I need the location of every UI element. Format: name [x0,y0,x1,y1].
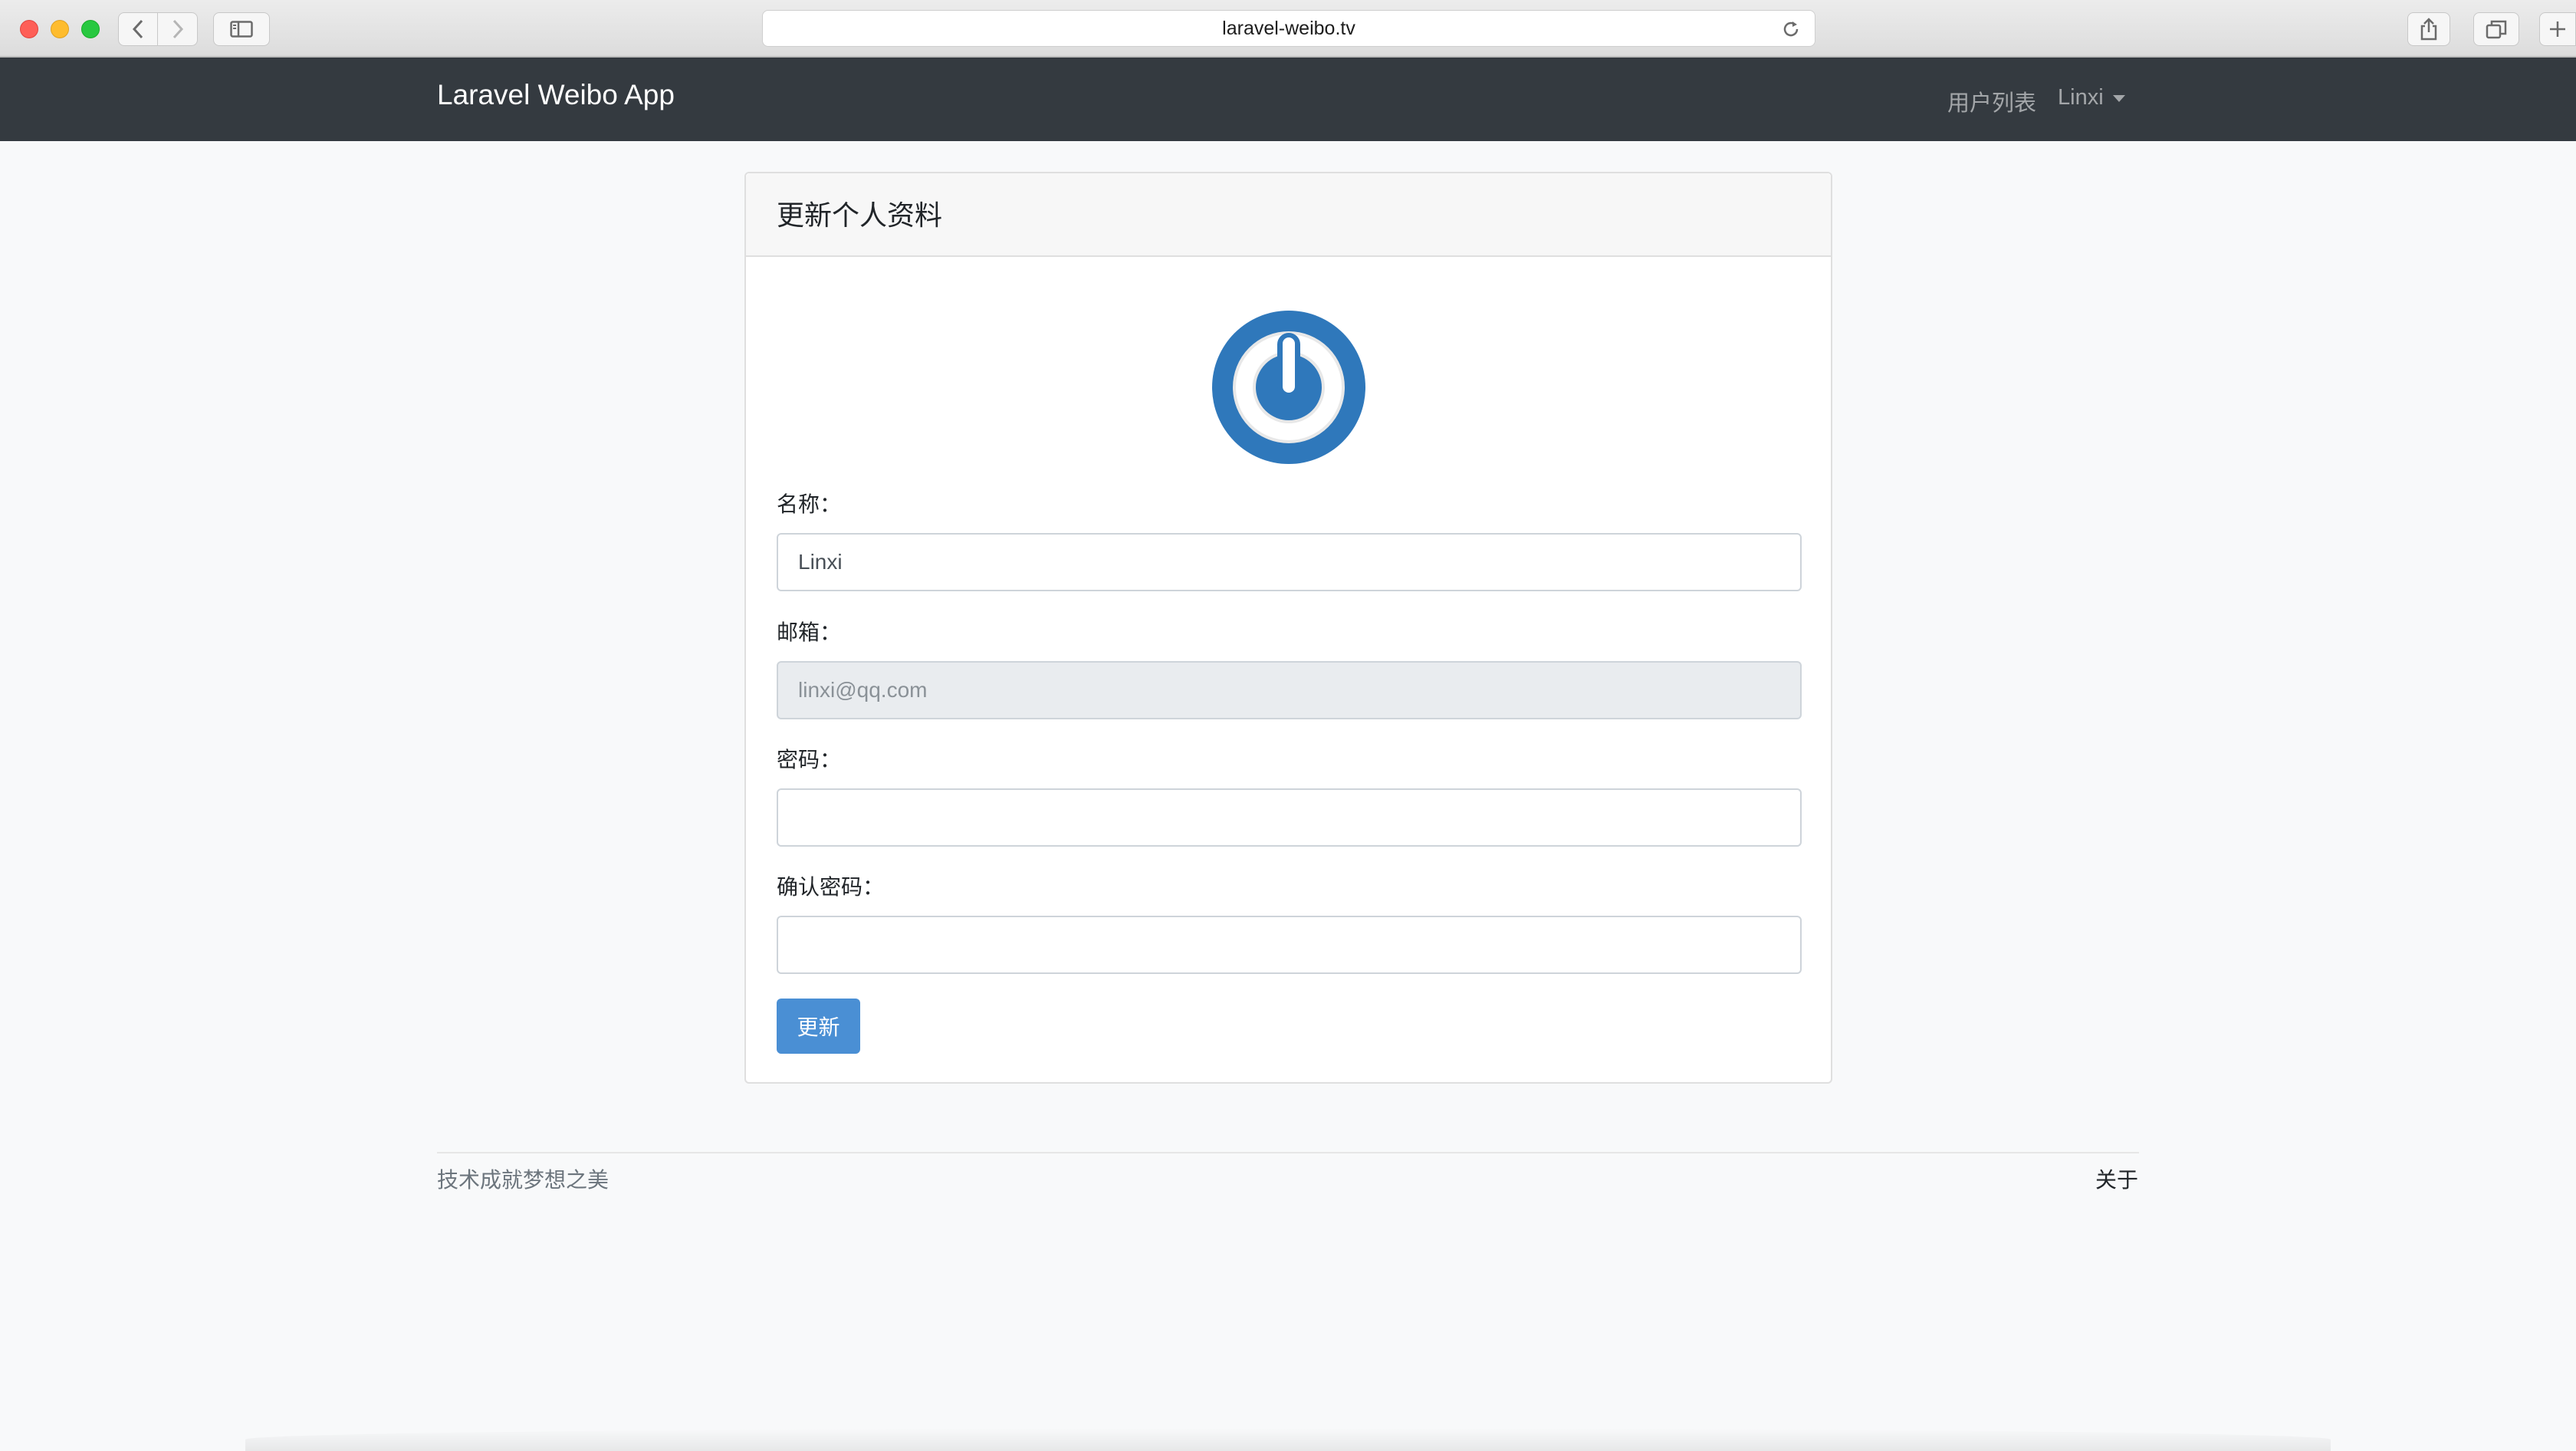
password-label: 密码： [777,748,842,772]
password-input[interactable] [777,788,1802,847]
name-label: 名称： [777,492,842,516]
sidebar-icon [230,21,253,38]
email-input [777,661,1802,719]
email-label: 邮箱： [777,620,842,644]
share-icon [2420,18,2437,41]
reload-icon[interactable] [1781,19,1801,39]
avatar-image [1212,311,1365,464]
plus-icon [2550,21,2565,37]
update-button[interactable]: 更新 [777,999,860,1054]
tabs-icon [2486,20,2507,39]
confirm-password-input[interactable] [777,916,1802,974]
edit-profile-card: 更新个人资料 名称： 邮箱： 密码： 确认密码： 更新 [744,172,1832,1084]
about-link[interactable]: 关于 [2095,1163,2138,1194]
url-text: laravel-weibo.tv [1222,17,1355,39]
user-menu-dropdown[interactable]: Linxi [2058,85,2125,110]
card-title: 更新个人资料 [777,199,943,231]
new-tab-button[interactable] [2539,12,2576,46]
tab-overview-button[interactable] [2473,12,2519,46]
footer-tagline: 技术成就梦想之美 [437,1168,610,1192]
zoom-window-button[interactable] [81,20,100,38]
brand-link[interactable]: Laravel Weibo App [437,79,675,111]
back-button[interactable] [118,12,158,46]
forward-button[interactable] [158,12,198,46]
close-window-button[interactable] [20,20,38,38]
caret-down-icon [2112,95,2125,102]
name-input[interactable] [777,533,1802,591]
browser-toolbar: laravel-weibo.tv [0,0,2576,58]
confirm-password-label: 确认密码： [777,875,885,899]
share-button[interactable] [2407,12,2450,46]
app-navbar: Laravel Weibo App 用户列表 Linxi [0,58,2576,141]
address-bar[interactable]: laravel-weibo.tv [762,10,1815,47]
window-bottom-shadow [245,1428,2331,1451]
minimize-window-button[interactable] [51,20,69,38]
users-list-link[interactable]: 用户列表 [1947,85,2036,117]
sidebar-toggle-button[interactable] [213,12,270,46]
footer-divider [437,1152,2139,1153]
user-menu-label: Linxi [2058,85,2104,110]
chevron-right-icon [172,19,183,39]
chevron-left-icon [132,19,143,39]
card-header: 更新个人资料 [746,173,1831,257]
